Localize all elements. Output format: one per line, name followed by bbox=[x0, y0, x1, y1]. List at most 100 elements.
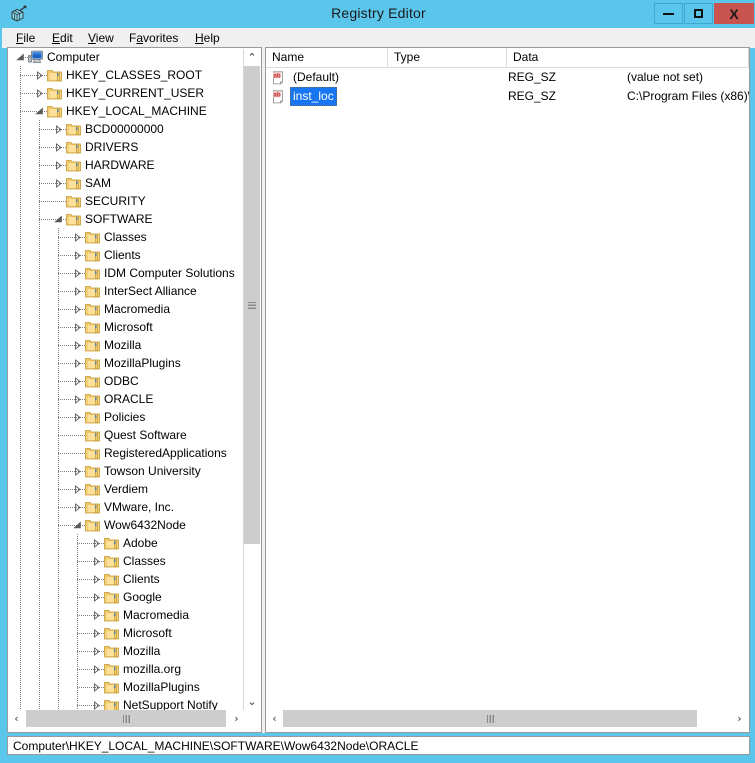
expand-arrow-icon[interactable] bbox=[92, 665, 101, 674]
expand-arrow-icon[interactable] bbox=[73, 467, 82, 476]
tree-node[interactable]: Google bbox=[8, 588, 244, 606]
list-horizontal-scroll-thumb[interactable] bbox=[283, 710, 697, 727]
expand-arrow-icon[interactable] bbox=[92, 683, 101, 692]
expand-arrow-icon[interactable] bbox=[92, 701, 101, 710]
tree-node[interactable]: HKEY_CLASSES_ROOT bbox=[8, 66, 244, 84]
tree-vertical-scrollbar[interactable]: ⌃ ⌄ bbox=[243, 49, 260, 710]
expand-arrow-icon[interactable] bbox=[92, 647, 101, 656]
expand-arrow-icon[interactable] bbox=[73, 485, 82, 494]
tree-node[interactable]: Quest Software bbox=[8, 426, 244, 444]
scroll-thumb-grip bbox=[248, 302, 256, 309]
minimize-button[interactable] bbox=[654, 3, 683, 24]
expand-arrow-icon[interactable] bbox=[35, 71, 44, 80]
menu-view[interactable]: View bbox=[82, 30, 120, 46]
expand-arrow-icon[interactable] bbox=[54, 125, 63, 134]
tree-node[interactable]: BCD00000000 bbox=[8, 120, 244, 138]
expand-arrow-icon[interactable] bbox=[73, 305, 82, 314]
tree-node[interactable]: Towson University bbox=[8, 462, 244, 480]
tree-node[interactable]: HKEY_CURRENT_USER bbox=[8, 84, 244, 102]
tree-node[interactable]: SECURITY bbox=[8, 192, 244, 210]
column-header-type[interactable]: Type bbox=[388, 48, 507, 67]
expand-arrow-icon[interactable] bbox=[73, 251, 82, 260]
tree-node[interactable]: InterSect Alliance bbox=[8, 282, 244, 300]
tree-vertical-scroll-thumb[interactable] bbox=[244, 66, 260, 544]
menu-edit[interactable]: Edit bbox=[46, 30, 79, 46]
tree-node[interactable]: Clients bbox=[8, 570, 244, 588]
expand-arrow-icon[interactable] bbox=[35, 89, 44, 98]
list-hscroll-left-button[interactable]: ‹ bbox=[266, 710, 283, 727]
tree-node[interactable]: Microsoft bbox=[8, 318, 244, 336]
expand-arrow-icon[interactable] bbox=[73, 377, 82, 386]
expand-arrow-icon[interactable] bbox=[92, 575, 101, 584]
expand-arrow-icon[interactable] bbox=[54, 179, 63, 188]
expand-arrow-icon[interactable] bbox=[92, 629, 101, 638]
tree-node[interactable]: Mozilla bbox=[8, 336, 244, 354]
menu-file[interactable]: File bbox=[10, 30, 41, 46]
tree-node[interactable]: Clients bbox=[8, 246, 244, 264]
list-horizontal-scrollbar[interactable]: ‹ › bbox=[266, 710, 749, 727]
collapse-arrow-icon[interactable] bbox=[16, 53, 25, 62]
tree-node[interactable]: IDM Computer Solutions bbox=[8, 264, 244, 282]
registry-value-row[interactable]: ab inst_loc REG_SZ C:\Program Files (x86)\O… bbox=[266, 87, 749, 106]
close-button[interactable]: X bbox=[714, 3, 754, 24]
expand-arrow-icon[interactable] bbox=[73, 323, 82, 332]
tree-scroll-down-button[interactable]: ⌄ bbox=[244, 693, 260, 710]
expand-arrow-icon[interactable] bbox=[73, 413, 82, 422]
expand-arrow-icon[interactable] bbox=[73, 287, 82, 296]
expand-arrow-icon[interactable] bbox=[73, 395, 82, 404]
tree-node[interactable]: ODBC bbox=[8, 372, 244, 390]
tree-node[interactable]: DRIVERS bbox=[8, 138, 244, 156]
tree-node[interactable]: RegisteredApplications bbox=[8, 444, 244, 462]
tree-node[interactable]: ORACLE bbox=[8, 390, 244, 408]
expand-arrow-icon[interactable] bbox=[54, 143, 63, 152]
maximize-button[interactable] bbox=[684, 3, 713, 24]
tree-node[interactable]: mozilla.org bbox=[8, 660, 244, 678]
tree-node[interactable]: HKEY_LOCAL_MACHINE bbox=[8, 102, 244, 120]
tree-node[interactable]: SOFTWARE bbox=[8, 210, 244, 228]
collapse-arrow-icon[interactable] bbox=[73, 521, 82, 530]
tree-node[interactable]: HARDWARE bbox=[8, 156, 244, 174]
string-value-icon: ab bbox=[272, 71, 286, 85]
expand-arrow-icon[interactable] bbox=[73, 359, 82, 368]
tree-node[interactable]: Wow6432Node bbox=[8, 516, 244, 534]
tree-node[interactable]: VMware, Inc. bbox=[8, 498, 244, 516]
expand-arrow-icon[interactable] bbox=[73, 503, 82, 512]
tree-node[interactable]: Mozilla bbox=[8, 642, 244, 660]
menu-favorites[interactable]: Favorites bbox=[123, 30, 184, 46]
tree-hscroll-left-button[interactable]: ‹ bbox=[8, 710, 25, 727]
column-header-data[interactable]: Data bbox=[507, 48, 749, 67]
tree-hscroll-right-button[interactable]: › bbox=[228, 710, 245, 727]
tree-node[interactable]: Classes bbox=[8, 552, 244, 570]
tree-node[interactable]: Verdiem bbox=[8, 480, 244, 498]
tree-node[interactable]: MozillaPlugins bbox=[8, 678, 244, 696]
expand-arrow-icon[interactable] bbox=[73, 341, 82, 350]
expand-arrow-icon[interactable] bbox=[73, 233, 82, 242]
tree-node[interactable]: Macromedia bbox=[8, 606, 244, 624]
registry-value-row[interactable]: ab (Default) REG_SZ (value not set) bbox=[266, 68, 749, 87]
column-header-name[interactable]: Name bbox=[266, 48, 388, 67]
tree-horizontal-scroll-thumb[interactable] bbox=[26, 710, 226, 727]
expand-arrow-icon[interactable] bbox=[92, 611, 101, 620]
list-hscroll-right-button[interactable]: › bbox=[731, 710, 748, 727]
tree-node[interactable]: Policies bbox=[8, 408, 244, 426]
tree-node[interactable]: Adobe bbox=[8, 534, 244, 552]
tree-horizontal-scrollbar[interactable]: ‹ › bbox=[8, 710, 261, 727]
tree-node[interactable]: Computer bbox=[8, 48, 244, 66]
tree-node[interactable]: SAM bbox=[8, 174, 244, 192]
tree-node[interactable]: Microsoft bbox=[8, 624, 244, 642]
tree-node[interactable]: Macromedia bbox=[8, 300, 244, 318]
menu-help[interactable]: Help bbox=[189, 30, 226, 46]
value-name-cell[interactable]: (Default) bbox=[290, 68, 342, 87]
tree-node[interactable]: MozillaPlugins bbox=[8, 354, 244, 372]
expand-arrow-icon[interactable] bbox=[92, 593, 101, 602]
tree-scroll-up-button[interactable]: ⌃ bbox=[244, 49, 260, 66]
expand-arrow-icon[interactable] bbox=[73, 269, 82, 278]
value-name-cell[interactable]: inst_loc bbox=[290, 87, 337, 106]
collapse-arrow-icon[interactable] bbox=[54, 215, 63, 224]
expand-arrow-icon[interactable] bbox=[92, 557, 101, 566]
tree-node[interactable]: Classes bbox=[8, 228, 244, 246]
expand-arrow-icon[interactable] bbox=[92, 539, 101, 548]
tree-node[interactable]: NetSupport Notify bbox=[8, 696, 244, 711]
expand-arrow-icon[interactable] bbox=[54, 161, 63, 170]
collapse-arrow-icon[interactable] bbox=[35, 107, 44, 116]
